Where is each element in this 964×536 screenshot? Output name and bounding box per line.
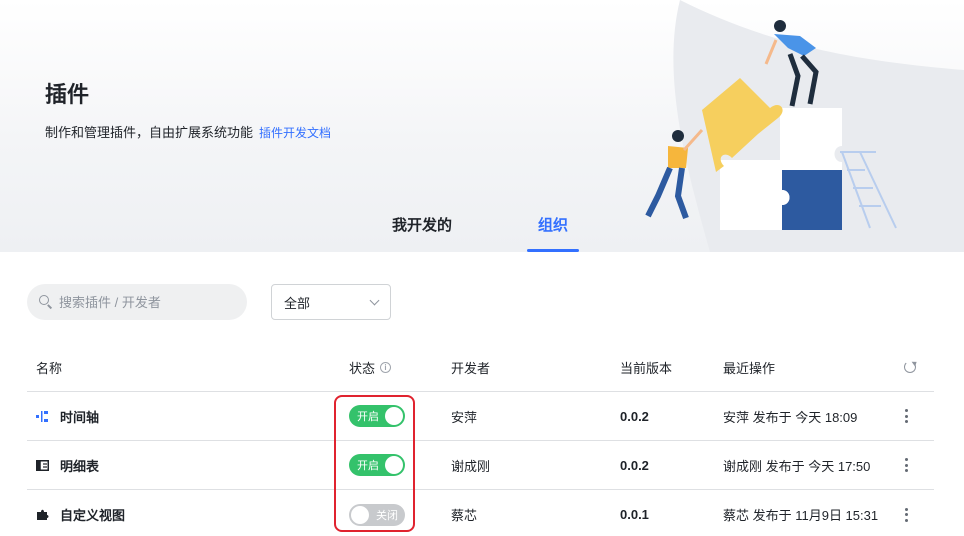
status-toggle[interactable]: 开启 [349, 454, 405, 476]
last-op-cell: 蔡芯 发布于 11月9日 15:31 [723, 508, 879, 523]
table-row[interactable]: 明细表 开启 谢成刚 0.0.2 谢成刚 发布于 今天 17:50 [27, 441, 934, 490]
toggle-knob [385, 456, 403, 474]
column-header-status: 状态 i [349, 343, 392, 391]
tab-organization[interactable]: 组织 [527, 214, 579, 252]
status-cell: 开启 [349, 441, 405, 489]
plugin-name: 明细表 [60, 458, 100, 474]
developer-cell: 蔡芯 [451, 508, 478, 523]
version-cell: 0.0.2 [620, 408, 649, 424]
refresh-button[interactable] [904, 343, 916, 391]
subtitle-text: 制作和管理插件，自由扩展系统功能 [45, 125, 254, 140]
plugin-table: 名称 状态 i 开发者 当前版本 最近操作 时间轴 开启 安萍 0.0.2 安萍 [27, 343, 934, 536]
plugin-name: 自定义视图 [60, 508, 126, 523]
status-toggle[interactable]: 关闭 [349, 503, 405, 526]
more-button[interactable] [904, 392, 908, 440]
toggle-label: 开启 [357, 460, 379, 472]
page-subtitle: 制作和管理插件，自由扩展系统功能 插件开发文档 [45, 122, 331, 141]
search-box[interactable] [27, 284, 247, 320]
last-op-cell: 谢成刚 发布于 今天 17:50 [723, 458, 871, 474]
timeline-icon [36, 410, 48, 422]
status-toggle[interactable]: 开启 [349, 405, 405, 427]
column-header-status-label: 状态 [349, 360, 376, 376]
version-cell: 0.0.1 [620, 507, 649, 522]
plugin-name-cell: 明细表 [36, 441, 99, 489]
search-icon [39, 295, 53, 309]
more-button[interactable] [904, 490, 908, 536]
developer-cell: 安萍 [451, 409, 478, 425]
info-icon[interactable]: i [380, 361, 392, 373]
page-title: 插件 [45, 82, 90, 107]
more-button[interactable] [904, 441, 908, 489]
plugin-name: 时间轴 [60, 409, 100, 425]
puzzle-icon [37, 509, 49, 520]
more-vertical-icon [904, 458, 908, 472]
table-header: 名称 状态 i 开发者 当前版本 最近操作 [27, 343, 934, 392]
version-cell: 0.0.2 [620, 457, 649, 473]
plugin-doc-link[interactable]: 插件开发文档 [259, 126, 331, 140]
status-cell: 开启 [349, 392, 405, 440]
toggle-label: 关闭 [376, 509, 398, 522]
filter-select-value: 全部 [284, 295, 311, 311]
filter-select[interactable]: 全部 [271, 284, 391, 320]
toggle-knob [351, 505, 369, 524]
column-header-last-op: 最近操作 [723, 360, 776, 376]
developer-cell: 谢成刚 [451, 458, 491, 474]
more-vertical-icon [904, 507, 908, 522]
detail-table-icon [36, 459, 49, 471]
refresh-icon [904, 361, 916, 373]
more-vertical-icon [904, 409, 908, 423]
column-header-developer: 开发者 [451, 360, 491, 376]
toggle-knob [385, 407, 403, 425]
status-cell: 关闭 [349, 490, 405, 536]
table-row[interactable]: 时间轴 开启 安萍 0.0.2 安萍 发布于 今天 18:09 [27, 392, 934, 441]
last-op-cell: 安萍 发布于 今天 18:09 [723, 409, 858, 425]
toggle-label: 开启 [357, 411, 379, 423]
table-row[interactable]: 自定义视图 关闭 蔡芯 0.0.1 蔡芯 发布于 11月9日 15:31 [27, 490, 934, 536]
tab-bar: 我开发的 组织 [0, 214, 964, 252]
search-input[interactable] [59, 294, 239, 310]
column-header-version: 当前版本 [620, 360, 673, 376]
plugin-name-cell: 自定义视图 [36, 490, 125, 536]
chevron-down-icon [369, 295, 380, 305]
column-header-name: 名称 [36, 360, 63, 376]
tab-my-developed[interactable]: 我开发的 [392, 214, 452, 252]
plugin-name-cell: 时间轴 [36, 392, 99, 440]
